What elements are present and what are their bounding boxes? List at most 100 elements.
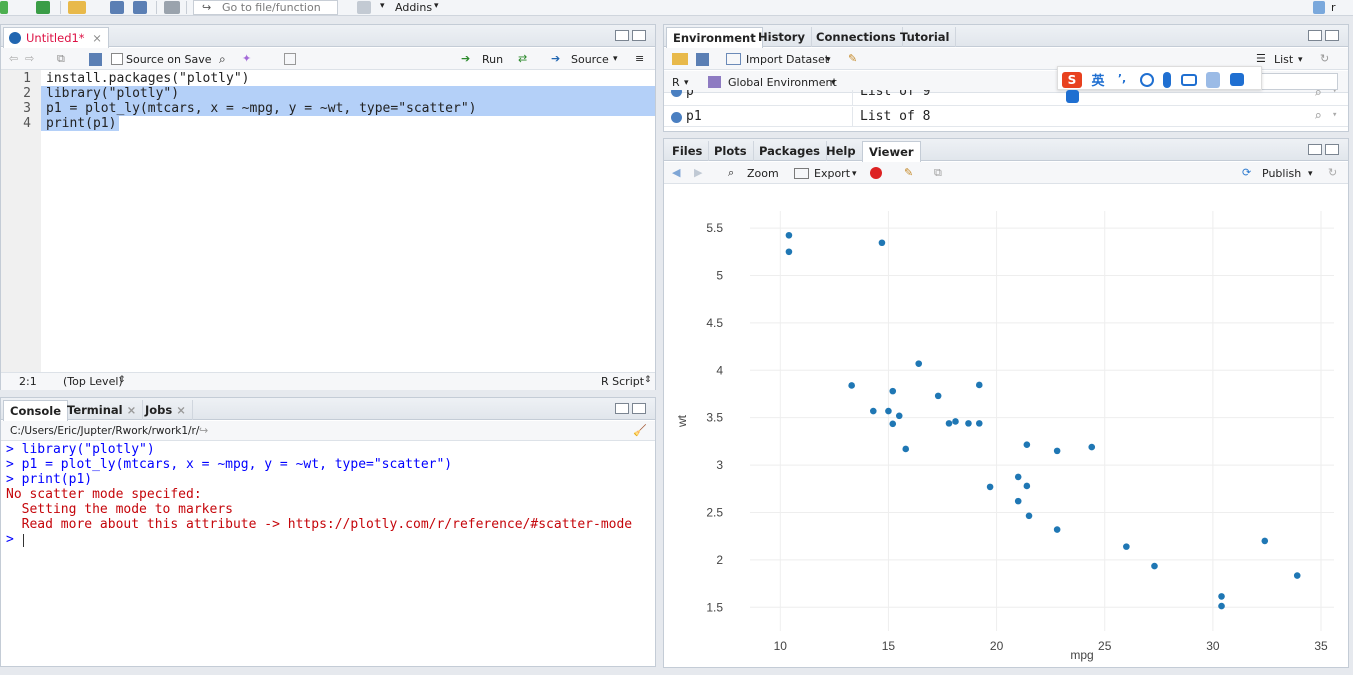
refresh-icon[interactable]: ↻ [1320,51,1329,67]
source-button[interactable]: Source [571,52,609,68]
tab-history[interactable]: History [752,27,812,47]
export-icon [794,168,809,179]
line-number: 1 [23,71,31,86]
clear-console-icon[interactable]: 🧹 [633,424,647,437]
tab-plots[interactable]: Plots [708,141,754,161]
y-tick-label: 4 [716,363,723,377]
magic-wand-icon[interactable]: ✦ [242,51,251,67]
export-button[interactable]: Export [814,166,850,182]
y-tick-label: 2.5 [706,505,723,519]
tab-terminal[interactable]: Terminal × [61,400,144,420]
rerun-icon[interactable]: ⇄ [518,51,527,67]
viewer-window-controls[interactable] [1308,144,1342,157]
save-all-icon[interactable] [133,1,147,14]
back-arrow-icon[interactable]: ◀ [672,165,680,181]
microphone-icon[interactable] [1163,71,1172,88]
console-line: > library("plotly") [6,442,155,457]
zoom-button[interactable]: Zoom [747,166,779,182]
grid-layout-icon[interactable] [357,1,371,14]
list-view-selector[interactable]: List [1274,52,1293,68]
source-dropdown-icon[interactable]: ▾ [613,51,618,67]
load-workspace-icon[interactable] [672,53,688,65]
emoji-icon[interactable] [1139,72,1154,87]
addins-menu[interactable]: Addins [395,1,432,14]
goto-file-input[interactable]: ↪ Go to file/function [193,0,338,15]
user-icon[interactable] [1206,71,1221,88]
tab-untitled1[interactable]: Untitled1* × [3,27,109,48]
close-tab-icon: × [176,403,186,417]
project-icon[interactable] [1313,1,1325,14]
project-label[interactable]: r [1331,1,1336,14]
tab-viewer[interactable]: Viewer [862,141,921,162]
expand-icon[interactable] [671,90,682,97]
save-icon[interactable] [110,1,124,14]
new-file-icon[interactable] [0,1,8,14]
env-search-input[interactable] [1260,73,1338,90]
code-line: print(p1) [46,116,117,131]
scatter-plot[interactable]: 10 15 20 25 30 35 1.5 2 2.5 3 3.5 4 4.5 5 5.5 mpg wt [664,185,1348,667]
tab-tutorial[interactable]: Tutorial [894,27,957,47]
file-type-selector[interactable]: R Script [601,375,644,388]
save-icon[interactable] [89,53,102,66]
toolbox-icon[interactable] [1066,89,1079,103]
scope-selector[interactable]: (Top Level) [63,375,123,388]
forward-arrow-icon[interactable]: ⇨ [25,51,34,67]
punctuation-icon[interactable]: ’, [1114,72,1130,88]
remove-viewer-icon[interactable] [870,167,882,179]
data-point [975,420,983,427]
x-tick-label: 20 [990,639,1004,653]
new-window-icon[interactable]: ⧉ [934,165,942,181]
ime-toolbar[interactable]: S 英 ’, [1057,66,1262,103]
console-output[interactable]: > library("plotly") > p1 = plot_ly(mtcar… [1,442,655,666]
scope-selector[interactable]: Global Environment [728,75,837,91]
search-icon[interactable]: ⌕ [219,51,226,67]
show-in-window-icon[interactable]: ⧉ [57,51,65,67]
y-tick-label: 5.5 [706,221,723,235]
environment-window-controls[interactable] [1308,30,1342,43]
open-file-icon[interactable] [68,1,86,14]
language-selector[interactable]: R [672,75,680,91]
run-button[interactable]: Run [482,52,503,68]
clear-viewer-icon[interactable]: ✎ [904,165,913,181]
env-row[interactable]: p1 List of 8 ⌕ ▾ [664,107,1348,127]
compile-report-icon[interactable] [284,53,296,65]
forward-arrow-icon[interactable]: ▶ [694,165,702,181]
code-editor[interactable]: 1 2 3 4 install.packages("plotly") libra… [1,70,655,372]
tab-help[interactable]: Help [820,141,863,161]
env-row[interactable]: p List of 9 ⌕ ▾ [664,90,1348,106]
expand-icon[interactable] [671,112,682,123]
ime-language-toggle[interactable]: 英 [1092,70,1105,89]
goto-directory-icon[interactable]: ↪ [199,424,208,437]
working-directory[interactable]: C:/Users/Eric/Jupter/Rwork/rwork1/r/ [10,425,199,437]
tab-packages[interactable]: Packages [753,141,827,161]
new-project-icon[interactable] [36,1,50,14]
source-on-save-checkbox[interactable] [111,53,123,65]
skin-shirt-icon[interactable] [1229,73,1244,86]
tab-connections[interactable]: Connections [810,27,903,47]
console-window-controls[interactable] [615,403,649,416]
export-chevron-icon: ▾ [852,169,857,179]
source-arrow-icon: ➔ [551,52,561,65]
outline-icon[interactable]: ≡ [635,51,644,67]
source-window-controls[interactable] [615,30,649,43]
tab-environment[interactable]: Environment [666,27,763,48]
back-arrow-icon[interactable]: ⇦ [9,51,18,67]
tab-console[interactable]: Console [3,400,69,421]
view-icon[interactable]: ⌕ [1314,90,1322,101]
refresh-icon[interactable]: ↻ [1328,165,1337,181]
broom-icon[interactable]: ✎ [848,51,857,67]
keyboard-icon[interactable] [1180,73,1197,86]
save-workspace-icon[interactable] [696,53,709,66]
tab-files[interactable]: Files [666,141,710,161]
tab-jobs[interactable]: Jobs × [139,400,193,420]
console-line: > print(p1) [6,472,93,487]
close-tab-icon[interactable]: × [92,31,102,45]
goto-arrow-icon: ↪ [202,1,212,14]
line-number: 2 [23,86,31,101]
import-dataset-button[interactable]: Import Dataset [746,52,829,68]
data-point [885,407,892,415]
print-icon[interactable] [164,1,180,14]
row-chevron-icon: ▾ [1332,110,1338,120]
view-icon[interactable]: ⌕ [1314,109,1322,124]
publish-button[interactable]: Publish [1262,166,1301,182]
